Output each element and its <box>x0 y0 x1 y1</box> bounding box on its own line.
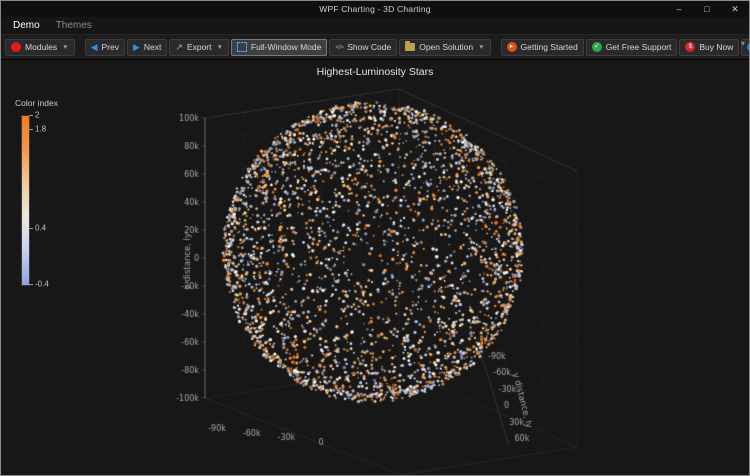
color-legend: Color index 2 1.8 0.4 -0.4 <box>15 98 75 308</box>
toolbar-overflow-chevron[interactable]: ▾ <box>741 39 745 48</box>
chart-3d-canvas[interactable] <box>1 60 749 475</box>
close-button[interactable]: ✕ <box>721 1 749 17</box>
code-icon: </> <box>335 44 343 51</box>
toolbar-button-label: Get Free Support <box>606 42 672 52</box>
getting-started-button[interactable]: ▸ Getting Started <box>501 39 584 56</box>
modules-icon <box>11 42 21 52</box>
toolbar-button-label: Modules <box>25 42 57 52</box>
toolbar-button-label: Next <box>144 42 161 52</box>
legend-tick-label: 1.8 <box>35 125 46 134</box>
legend-tick-label: -0.4 <box>35 280 49 289</box>
fullwindow-icon <box>237 42 247 52</box>
legend-tick-mark <box>29 284 33 285</box>
open-solution-button[interactable]: Open Solution ▼ <box>399 39 490 56</box>
show-code-button[interactable]: </> Show Code <box>329 39 397 56</box>
full-window-mode-button[interactable]: Full-Window Mode <box>231 39 327 56</box>
support-icon: ✓ <box>592 42 602 52</box>
export-icon: ↗ <box>175 43 183 52</box>
tab-themes[interactable]: Themes <box>56 20 92 31</box>
legend-title: Color index <box>15 98 75 108</box>
tab-bar: Demo Themes <box>1 17 749 34</box>
solution-icon <box>405 43 415 51</box>
window-title: WPF Charting - 3D Charting <box>85 4 665 14</box>
legend-tick-mark <box>29 115 33 116</box>
legend-tick-label: 2 <box>35 111 39 120</box>
buy-icon: $ <box>685 42 695 52</box>
modules-button[interactable]: Modules ▼ <box>5 39 75 56</box>
minimize-button[interactable]: – <box>665 1 693 17</box>
toolbar-button-label: Getting Started <box>521 42 578 52</box>
chart-area: Highest-Luminosity Stars Color index 2 1.… <box>1 60 749 475</box>
window-controls: – □ ✕ <box>665 1 749 17</box>
next-icon: ▶ <box>133 43 140 52</box>
prev-button[interactable]: ◀ Prev <box>85 39 125 56</box>
legend-gradient-bar <box>21 115 30 286</box>
next-button[interactable]: ▶ Next <box>127 39 167 56</box>
title-bar: WPF Charting - 3D Charting – □ ✕ <box>1 1 749 17</box>
toolbar-button-label: Open Solution <box>419 42 473 52</box>
get-free-support-button[interactable]: ✓ Get Free Support <box>586 39 678 56</box>
chevron-down-icon: ▼ <box>478 44 484 51</box>
export-button[interactable]: ↗ Export ▼ <box>169 39 229 56</box>
toolbar-button-label: Buy Now <box>699 42 733 52</box>
legend-tick-mark <box>29 228 33 229</box>
toolbar-button-label: Prev <box>102 42 119 52</box>
app-window: WPF Charting - 3D Charting – □ ✕ Demo Th… <box>0 0 750 476</box>
legend-tick-label: 0.4 <box>35 223 46 232</box>
tab-demo[interactable]: Demo <box>13 20 40 31</box>
chart-title: Highest-Luminosity Stars <box>1 66 749 78</box>
maximize-button[interactable]: □ <box>693 1 721 17</box>
getting-started-icon: ▸ <box>507 42 517 52</box>
buy-now-button[interactable]: $ Buy Now <box>679 39 739 56</box>
chevron-down-icon: ▼ <box>62 44 68 51</box>
toolbar-button-label: Export <box>187 42 212 52</box>
prev-icon: ◀ <box>91 43 98 52</box>
toolbar: Modules ▼ ◀ Prev ▶ Next ↗ Export ▼ Full-Window Mo… <box>1 34 749 60</box>
legend-tick-mark <box>29 129 33 130</box>
chevron-down-icon: ▼ <box>217 44 223 51</box>
toolbar-button-label: Full-Window Mode <box>251 42 321 52</box>
toolbar-button-label: Show Code <box>347 42 391 52</box>
